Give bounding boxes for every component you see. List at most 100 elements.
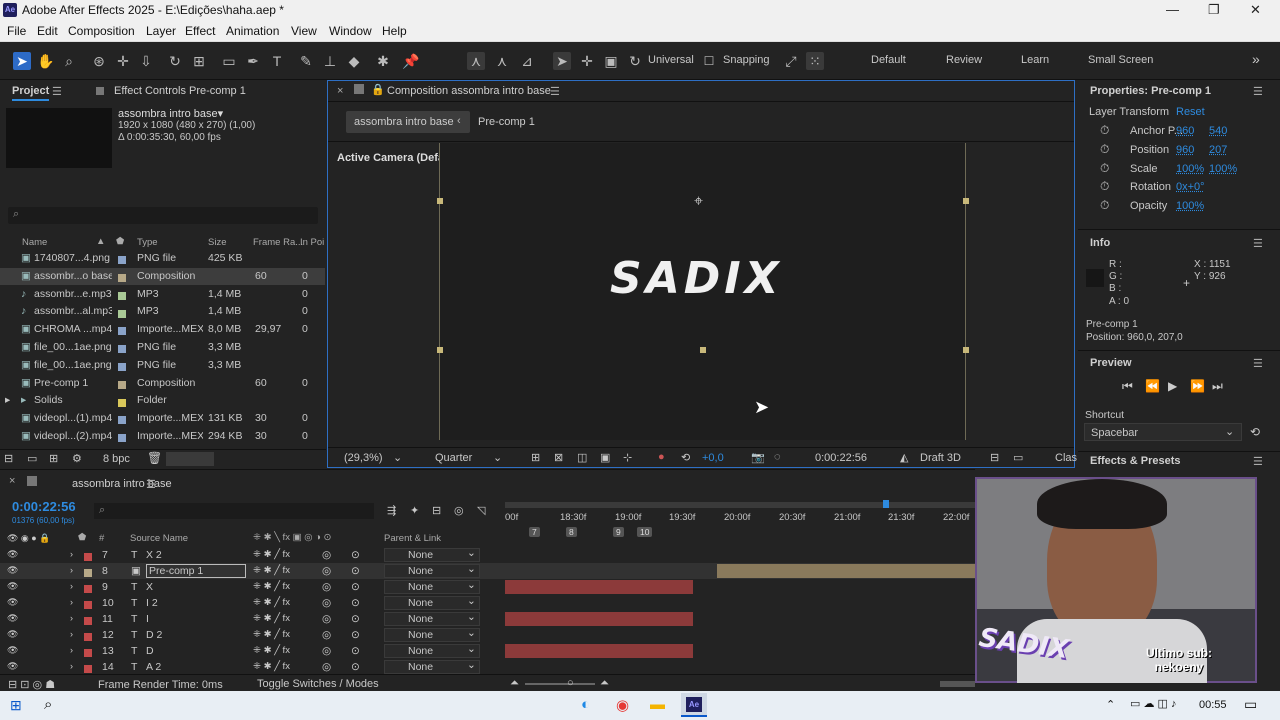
fast-previews-icon[interactable]: ⊞ [531,451,540,464]
last-frame-icon[interactable]: ⏭ [1212,379,1223,394]
label-swatch[interactable] [118,307,126,319]
pick-whip-icon[interactable]: ◎ [322,549,331,561]
new-composition-icon[interactable]: ⊞ [49,452,58,465]
timeline-zoom-slider[interactable] [525,683,595,685]
chevron-down-icon[interactable]: ⌄ [467,595,476,607]
parent-link-icon[interactable]: ⊙ [351,597,360,609]
layer-duration-bar[interactable] [717,564,976,578]
layer-name[interactable]: X 2 [146,549,162,561]
current-time-indicator[interactable] [883,500,889,508]
workspace-small-screen[interactable]: Small Screen [1088,54,1153,66]
motion-blur-icon[interactable]: ◹ [477,504,485,517]
label-swatch[interactable] [84,567,92,579]
project-item[interactable]: ♪ assombr...e.mp3 MP3 1,4 MB 0 [0,286,325,303]
chevron-down-icon[interactable]: ⌄ [467,611,476,623]
property-value-2[interactable]: 100% [1209,163,1237,175]
handle-tl[interactable] [437,198,443,204]
brush-tool-icon[interactable]: ✎ [297,52,315,70]
properties-menu-icon[interactable]: ☰ [1253,85,1263,98]
anchor-point-icon[interactable]: ⌖ [694,193,703,211]
layer-row[interactable]: 👁 › 8 ▣ Pre-comp 1 ⁜ ✱ ╱ fx ◎ ⊙ None ⌄ [0,563,976,579]
label-swatch[interactable] [118,432,126,444]
menu-layer[interactable]: Layer [146,24,176,38]
magnification-dropdown[interactable]: (29,3%) [344,452,383,464]
handle-bl[interactable] [437,347,443,353]
visibility-eye-icon[interactable]: 👁 [7,629,18,640]
pick-whip-icon[interactable]: ◎ [322,581,331,593]
file-explorer-icon[interactable]: ▬ [650,696,665,713]
frame-blending-icon[interactable]: ◎ [454,504,464,517]
chevron-down-icon[interactable]: ⌄ [467,563,476,575]
layer-name[interactable]: I [146,613,149,625]
layer-row[interactable]: 👁 › 12 T D 2 ⁜ ✱ ╱ fx ◎ ⊙ None ⌄ [0,627,975,643]
pick-whip-icon[interactable]: ◎ [322,597,331,609]
info-title[interactable]: Info [1090,237,1110,249]
label-swatch[interactable] [84,599,92,611]
chevron-down-icon[interactable]: ⌄ [467,547,476,559]
col-type[interactable]: Type [137,237,158,248]
menu-help[interactable]: Help [382,24,407,38]
project-item[interactable]: ▸ ▸ Solids Folder [0,392,325,409]
selected-item-name[interactable]: assombra intro base▾ [118,107,223,120]
stopwatch-icon[interactable]: ⏱ [1100,198,1109,213]
chevron-down-icon[interactable]: ⌄ [467,643,476,655]
comp-timecode[interactable]: 0:00:22:56 [815,452,867,464]
project-search-input[interactable]: ⌕ [8,207,318,224]
project-menu-icon[interactable]: ☰ [52,85,62,98]
layer-name[interactable]: I 2 [146,597,158,609]
layer-name[interactable]: X [146,581,153,593]
minimize-button[interactable]: — [1166,2,1179,17]
pick-whip-icon[interactable]: ◎ [322,661,331,673]
delete-icon[interactable]: 🗑 [147,451,162,465]
layer-switches[interactable]: ⁜ ✱ ╱ fx [253,645,290,656]
thumbnail-slider[interactable] [166,452,214,466]
property-value-1[interactable]: 100% [1176,200,1204,212]
stopwatch-icon[interactable]: ⏱ [1100,123,1109,138]
shy-layers-icon[interactable]: ⊟ [432,504,441,517]
project-item[interactable]: ▣ assombr...o base Composition 60 0 [0,267,325,285]
chevron-down-icon[interactable]: ⌄ [493,451,502,464]
project-item[interactable]: ▣ Pre-comp 1 Composition 60 0 [0,375,325,392]
col-name[interactable]: Name [22,237,47,248]
layer-row[interactable]: 👁 › 7 T X 2 ⁜ ✱ ╱ fx ◎ ⊙ None ⌄ [0,547,975,563]
layer-switches[interactable]: ⁜ ✱ ╱ fx [253,597,290,608]
comp-viewer-canvas[interactable]: ⌖ SADIX ➤ [437,143,969,440]
rectangle-tool-icon[interactable]: ▭ [220,52,238,70]
type-tool-icon[interactable]: T [268,52,286,70]
parent-link-icon[interactable]: ⊙ [351,645,360,657]
parent-link-icon[interactable]: ⊙ [351,581,360,593]
composition-marker[interactable]: 8 [566,527,577,537]
label-swatch[interactable] [118,379,126,391]
snap-grid-icon[interactable]: ⁙ [806,52,824,70]
transparency-grid-icon[interactable]: ⊠ [554,451,563,464]
property-value-1[interactable]: 0x+0° [1176,181,1205,193]
label-swatch[interactable] [84,551,92,563]
chevron-down-icon[interactable]: ⌄ [393,451,402,464]
close-timeline-icon[interactable]: × [9,475,15,487]
comp-menu-icon[interactable]: ☰ [550,85,560,98]
layer-switches[interactable]: ⁜ ✱ ╱ fx [253,565,290,576]
property-value-1[interactable]: 100% [1176,163,1204,175]
preview-menu-icon[interactable]: ☰ [1253,357,1263,370]
position-gizmo-icon[interactable]: ✛ [578,52,596,70]
layer-switches[interactable]: ⁜ ✱ ╱ fx [253,613,290,624]
reset-link[interactable]: Reset [1176,106,1205,118]
menu-view[interactable]: View [291,24,317,38]
workspace-review[interactable]: Review [946,54,982,66]
stopwatch-icon[interactable]: ⏱ [1100,161,1109,176]
timeline-menu-icon[interactable]: ☰ [146,478,156,491]
time-ruler[interactable]: 00f 18:30f 19:00f 19:30f 20:00f 20:30f 21:00f 2… [505,498,975,552]
tab-project[interactable]: Project [12,85,50,101]
render-status-icons[interactable]: ⊟ ⊡ ◎ ☗ [8,678,55,691]
region-of-interest-icon[interactable]: ▣ [600,451,610,464]
previous-frame-icon[interactable]: ⏪ [1145,379,1160,393]
layer-switches[interactable]: ⁜ ✱ ╱ fx [253,549,290,560]
visibility-eye-icon[interactable]: 👁 [7,581,18,592]
snap-options-icon[interactable]: ⤢ [782,52,800,70]
composition-marker[interactable]: 9 [613,527,624,537]
chevron-down-icon[interactable]: ⌄ [467,627,476,639]
interpret-footage-icon[interactable]: ⊟ [4,452,13,465]
timeline-timecode[interactable]: 0:00:22:56 [12,499,76,514]
local-axis-icon[interactable]: ⋏ [467,52,485,70]
project-item[interactable]: ▣ videopl...(2).mp4 Importe...MEX 294 KB 30 0 [0,428,325,445]
